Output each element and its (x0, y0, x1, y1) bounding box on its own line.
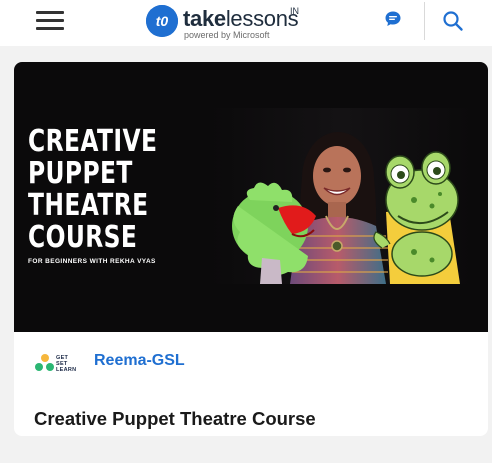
logo-wordmark: takelessons (183, 6, 299, 32)
badge-glyph-icon: t0 (146, 5, 178, 37)
logo-brand-light: lessons (225, 6, 299, 31)
takelessons-badge-icon: t0 (146, 5, 178, 37)
hamburger-menu-icon[interactable] (36, 9, 64, 33)
instructor-puppet-photo (210, 108, 472, 284)
course-card[interactable]: CREATIVE PUPPET THEATRE COURSE FOR BEGIN… (14, 62, 488, 436)
course-banner-image[interactable]: CREATIVE PUPPET THEATRE COURSE FOR BEGIN… (14, 62, 488, 332)
logo-brand-bold: take (183, 6, 226, 31)
logo-superscript: IN (290, 6, 299, 16)
menu-line (36, 27, 64, 30)
chat-bubble-icon[interactable] (384, 10, 402, 28)
get-set-learn-logo: GET SET LEARN (34, 352, 86, 374)
logo-tagline: powered by Microsoft (184, 30, 270, 40)
banner-title-line: CREATIVE (28, 124, 158, 159)
menu-line (36, 19, 64, 22)
gsl-dots-icon (35, 354, 54, 371)
magnifier-icon[interactable] (442, 10, 464, 32)
svg-text:t0: t0 (156, 13, 169, 29)
menu-line (36, 11, 64, 14)
banner-title-line: COURSE (28, 220, 138, 255)
banner-title-line: THEATRE (28, 188, 149, 223)
course-author-row[interactable]: GET SET LEARN Reema-GSL (34, 350, 334, 374)
author-name-link[interactable]: Reema-GSL (94, 352, 185, 370)
banner-subtitle: FOR BEGINNERS WITH REKHA VYAS (28, 258, 156, 265)
header-divider (424, 2, 425, 40)
course-title[interactable]: Creative Puppet Theatre Course (34, 408, 316, 430)
banner-title-line: PUPPET (28, 156, 133, 191)
gsl-logo-line: LEARN (56, 367, 77, 373)
gsl-logo-text: GET SET LEARN (56, 355, 76, 373)
takelessons-logo[interactable]: t0 takelessons IN powered by Microsoft (146, 3, 326, 41)
banner-title: CREATIVE PUPPET THEATRE COURSE (28, 126, 168, 254)
top-navigation-bar: t0 takelessons IN powered by Microsoft (0, 0, 492, 46)
